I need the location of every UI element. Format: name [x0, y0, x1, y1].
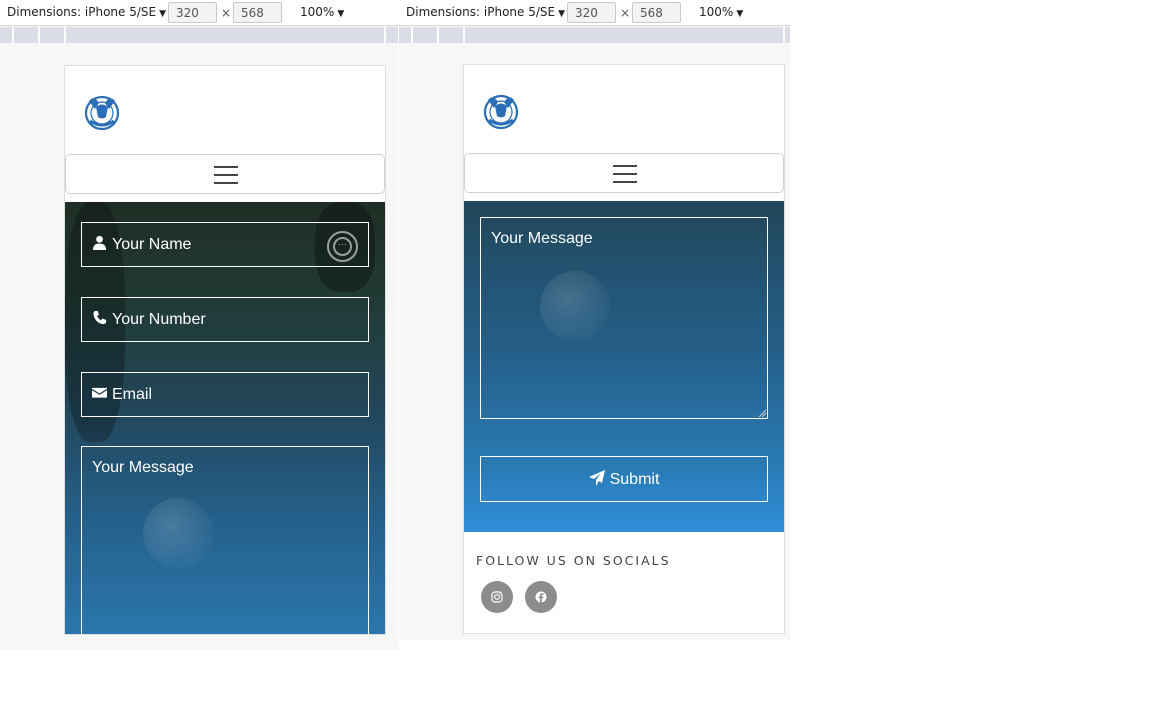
hamburger-menu-icon: [214, 166, 238, 190]
device-toolbar: Dimensions: iPhone 5/SE ▼ 320 × 568 100% ▼: [0, 0, 398, 26]
number-field[interactable]: Your Number: [81, 297, 369, 342]
phone-icon: [92, 310, 108, 330]
resize-grip-icon[interactable]: [758, 409, 766, 417]
devtools-viewport-right: Dimensions: iPhone 5/SE ▼ 320 × 568 100% ▼…: [399, 0, 790, 640]
facebook-icon: [535, 591, 547, 603]
message-placeholder: Your Message: [491, 230, 593, 247]
name-placeholder: Your Name: [112, 236, 192, 253]
device-dropdown[interactable]: Dimensions: iPhone 5/SE ▼: [406, 5, 565, 19]
device-dropdown[interactable]: Dimensions: iPhone 5/SE ▼: [7, 5, 166, 19]
instagram-link[interactable]: [481, 581, 513, 613]
message-textarea[interactable]: Your Message: [81, 446, 369, 634]
dropdown-caret-icon: ▼: [558, 9, 566, 19]
team-crest-logo[interactable]: [480, 92, 522, 130]
times-sign: ×: [221, 6, 232, 20]
width-input[interactable]: 320: [168, 2, 217, 23]
contact-hero-section: Your Message Submit: [464, 201, 784, 532]
email-placeholder: Email: [112, 386, 153, 403]
name-field[interactable]: Your Name ···: [81, 222, 369, 267]
devtools-viewport-left: Dimensions: iPhone 5/SE ▼ 320 × 568 100% ▼: [0, 0, 398, 650]
zoom-dropdown[interactable]: 100% ▼: [300, 5, 344, 19]
dropdown-caret-icon: ▼: [337, 9, 345, 19]
paper-plane-icon: [588, 470, 605, 486]
navbar-toggler-button[interactable]: [65, 154, 385, 194]
number-placeholder: Your Number: [112, 311, 206, 328]
password-manager-icon[interactable]: ···: [327, 231, 358, 262]
user-icon: [92, 235, 108, 255]
dropdown-caret-icon: ▼: [736, 9, 744, 19]
email-field[interactable]: Email: [81, 372, 369, 417]
contact-hero-section: Your Name ··· Your Number Email Your Mes…: [65, 202, 385, 634]
hamburger-menu-icon: [613, 165, 637, 189]
height-input[interactable]: 568: [632, 2, 681, 23]
device-frame: Your Message Submit FOLLOW US ON SOCIALS: [463, 64, 785, 634]
zoom-dropdown[interactable]: 100% ▼: [699, 5, 743, 19]
times-sign: ×: [620, 6, 631, 20]
follow-heading: FOLLOW US ON SOCIALS: [476, 553, 671, 568]
submit-label: Submit: [609, 471, 660, 488]
media-query-ruler[interactable]: [0, 27, 398, 43]
navbar-toggler-button[interactable]: [464, 153, 784, 193]
dropdown-caret-icon: ▼: [159, 9, 167, 19]
instagram-icon: [491, 591, 503, 603]
message-textarea[interactable]: Your Message: [480, 217, 768, 419]
height-input[interactable]: 568: [233, 2, 282, 23]
message-placeholder: Your Message: [92, 459, 194, 476]
device-frame: Your Name ··· Your Number Email Your Mes…: [64, 65, 386, 635]
width-input[interactable]: 320: [567, 2, 616, 23]
facebook-link[interactable]: [525, 581, 557, 613]
device-toolbar: Dimensions: iPhone 5/SE ▼ 320 × 568 100% ▼: [399, 0, 790, 26]
envelope-icon: [92, 385, 108, 405]
submit-button[interactable]: Submit: [480, 456, 768, 502]
media-query-ruler[interactable]: [399, 27, 790, 43]
team-crest-logo[interactable]: [81, 93, 123, 131]
